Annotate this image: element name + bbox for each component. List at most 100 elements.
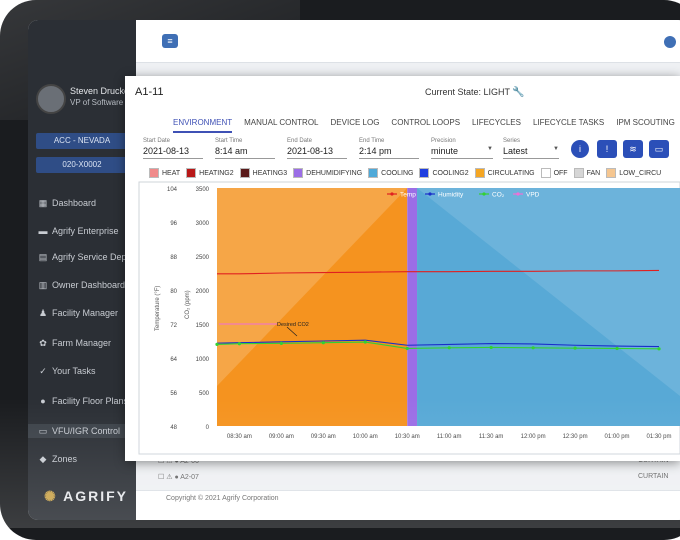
co2-data-point bbox=[615, 346, 619, 351]
series-legend-label: Humidity bbox=[438, 192, 464, 199]
y-right-tick-label: 2500 bbox=[196, 255, 210, 261]
row-status: CURTAIN bbox=[638, 473, 669, 480]
sidebar-item-label: Dashboard bbox=[52, 198, 97, 208]
people-icon: ♟ bbox=[38, 308, 48, 318]
device-detail-modal: A1-11 Current State: LIGHT 🔧 ENVIRONMENT… bbox=[125, 76, 680, 461]
sidebar-item-facility-manager[interactable]: ♟ Facility Manager bbox=[38, 306, 118, 320]
sidebar-item-owner-dashboard[interactable]: ▥ Owner Dashboard bbox=[38, 278, 125, 292]
x-tick-label: 11:30 am bbox=[479, 434, 504, 440]
account-code[interactable]: 020-X0002 bbox=[36, 157, 128, 173]
co2-data-point bbox=[279, 341, 283, 345]
help-icon[interactable] bbox=[664, 36, 676, 48]
co2-data-point bbox=[447, 346, 451, 350]
co2-data-point bbox=[321, 341, 325, 345]
x-tick-label: 10:30 am bbox=[395, 434, 420, 440]
sidebar-item-agrify-service-dept[interactable]: ▤ Agrify Service Dept bbox=[38, 250, 129, 264]
menu-icon[interactable]: ≡ bbox=[162, 34, 178, 48]
series-legend-label: CO₂ bbox=[492, 192, 505, 199]
owner-icon: ▥ bbox=[38, 280, 48, 290]
y-right-tick-label: 3000 bbox=[196, 221, 210, 227]
y-left-axis-label: Temperature (°F) bbox=[155, 286, 161, 331]
sidebar-item-your-tasks[interactable]: ✓ Your Tasks bbox=[38, 364, 96, 378]
co2-data-point bbox=[363, 340, 367, 344]
co2-data-point bbox=[405, 346, 409, 351]
user-name: Steven Drucker bbox=[70, 86, 133, 96]
row-checkbox[interactable]: ☐ bbox=[158, 474, 164, 481]
sidebar-item-agrify-enterprise[interactable]: ▬ Agrify Enterprise bbox=[38, 224, 119, 238]
x-tick-label: 08:30 am bbox=[227, 434, 252, 440]
y-right-tick-label: 3500 bbox=[196, 187, 210, 193]
y-left-tick-label: 56 bbox=[170, 391, 177, 397]
sidebar-item-facility-floor-plans[interactable]: ● Facility Floor Plans bbox=[38, 394, 128, 408]
desired-co2-label: Desired CO2 bbox=[277, 322, 309, 328]
co2-data-point bbox=[531, 346, 535, 350]
y-left-tick-label: 48 bbox=[170, 425, 177, 431]
co2-data-point bbox=[489, 345, 493, 350]
x-tick-label: 10:00 am bbox=[353, 434, 378, 440]
co2-data-point bbox=[237, 342, 241, 346]
y-right-tick-label: 2000 bbox=[196, 289, 210, 295]
y-right-tick-label: 1000 bbox=[196, 357, 210, 363]
row-id: A2-07 bbox=[180, 474, 199, 481]
account-selector[interactable]: ACC - NEVADA bbox=[36, 133, 128, 149]
farm-icon: ✿ bbox=[39, 338, 47, 348]
y-right-tick-label: 1500 bbox=[196, 323, 210, 329]
sidebar-item-label: Your Tasks bbox=[52, 366, 96, 376]
y-left-tick-label: 104 bbox=[167, 187, 178, 193]
agrify-logo-mark-icon: ✺ bbox=[44, 488, 58, 504]
sidebar-item-label: VFU/IGR Control bbox=[52, 426, 121, 436]
series-legend-marker bbox=[482, 192, 486, 196]
y-left-tick-label: 72 bbox=[170, 323, 177, 329]
environment-chart: 4856647280889610405001000150020002500300… bbox=[138, 181, 680, 455]
sidebar-item-farm-manager[interactable]: ✿ Farm Manager bbox=[38, 336, 111, 350]
footer: Copyright © 2021 Agrify Corporation bbox=[136, 490, 680, 520]
dashboard-icon: ▦ bbox=[38, 198, 48, 208]
y-left-tick-label: 96 bbox=[170, 221, 177, 227]
sidebar-item-label: Agrify Service Dept bbox=[52, 252, 130, 262]
enterprise-icon: ▬ bbox=[38, 226, 48, 236]
sidebar: Steven Drucker VP of Software ACC - NEVA… bbox=[28, 20, 138, 520]
sidebar-item-label: Zones bbox=[52, 454, 78, 464]
avatar bbox=[36, 84, 66, 114]
x-tick-label: 01:30 pm bbox=[647, 434, 672, 440]
location-icon: ● bbox=[40, 396, 46, 406]
sidebar-item-label: Owner Dashboard bbox=[52, 280, 126, 290]
tasks-icon: ✓ bbox=[39, 366, 47, 376]
sidebar-item-dashboard[interactable]: ▦ Dashboard bbox=[38, 196, 96, 210]
series-legend-marker bbox=[390, 192, 394, 196]
sidebar-item-label: Agrify Enterprise bbox=[52, 226, 119, 236]
sidebar-item-label: Farm Manager bbox=[52, 338, 112, 348]
user-role: VP of Software bbox=[70, 98, 124, 107]
sidebar-item-vfu-igr-control[interactable]: ▭ VFU/IGR Control bbox=[28, 424, 138, 438]
y-left-tick-label: 64 bbox=[170, 357, 177, 363]
y-left-tick-label: 88 bbox=[170, 255, 177, 261]
x-tick-label: 12:30 pm bbox=[563, 434, 588, 440]
x-tick-label: 09:30 am bbox=[311, 434, 336, 440]
y-right-axis-label: CO₂ (ppm) bbox=[185, 290, 191, 319]
warning-icon: ⚠ ● bbox=[166, 474, 179, 481]
agrify-logo-text: AGRIFY bbox=[63, 488, 128, 504]
y-left-tick-label: 80 bbox=[170, 289, 177, 295]
tablet-frame: Steven Drucker VP of Software ACC - NEVA… bbox=[0, 0, 680, 540]
control-icon: ▭ bbox=[38, 426, 48, 436]
x-tick-label: 11:00 am bbox=[437, 434, 462, 440]
series-legend-marker bbox=[428, 192, 432, 196]
sidebar-item-zones[interactable]: ◆ Zones bbox=[38, 452, 77, 466]
copyright-text: Copyright © 2021 Agrify Corporation bbox=[166, 495, 279, 502]
zones-icon: ◆ bbox=[39, 454, 47, 464]
x-tick-label: 12:00 pm bbox=[521, 434, 546, 440]
service-icon: ▤ bbox=[38, 252, 48, 262]
sidebar-item-label: Facility Manager bbox=[52, 308, 119, 318]
series-legend-label: VPD bbox=[526, 192, 540, 199]
series-legend-label: Temp bbox=[400, 192, 416, 199]
user-profile[interactable]: Steven Drucker VP of Software bbox=[36, 84, 136, 124]
top-bar: ≡ bbox=[136, 20, 680, 63]
y-right-tick-label: 500 bbox=[199, 391, 210, 397]
co2-data-point bbox=[573, 346, 577, 350]
x-tick-label: 01:00 pm bbox=[605, 434, 630, 440]
x-tick-label: 09:00 am bbox=[269, 434, 294, 440]
co2-data-point bbox=[215, 342, 219, 346]
list-item[interactable]: ☐ ⚠ ● A2-07 CURTAIN bbox=[158, 473, 668, 481]
agrify-logo[interactable]: ✺ AGRIFY bbox=[44, 488, 128, 505]
series-legend-marker bbox=[516, 192, 520, 196]
